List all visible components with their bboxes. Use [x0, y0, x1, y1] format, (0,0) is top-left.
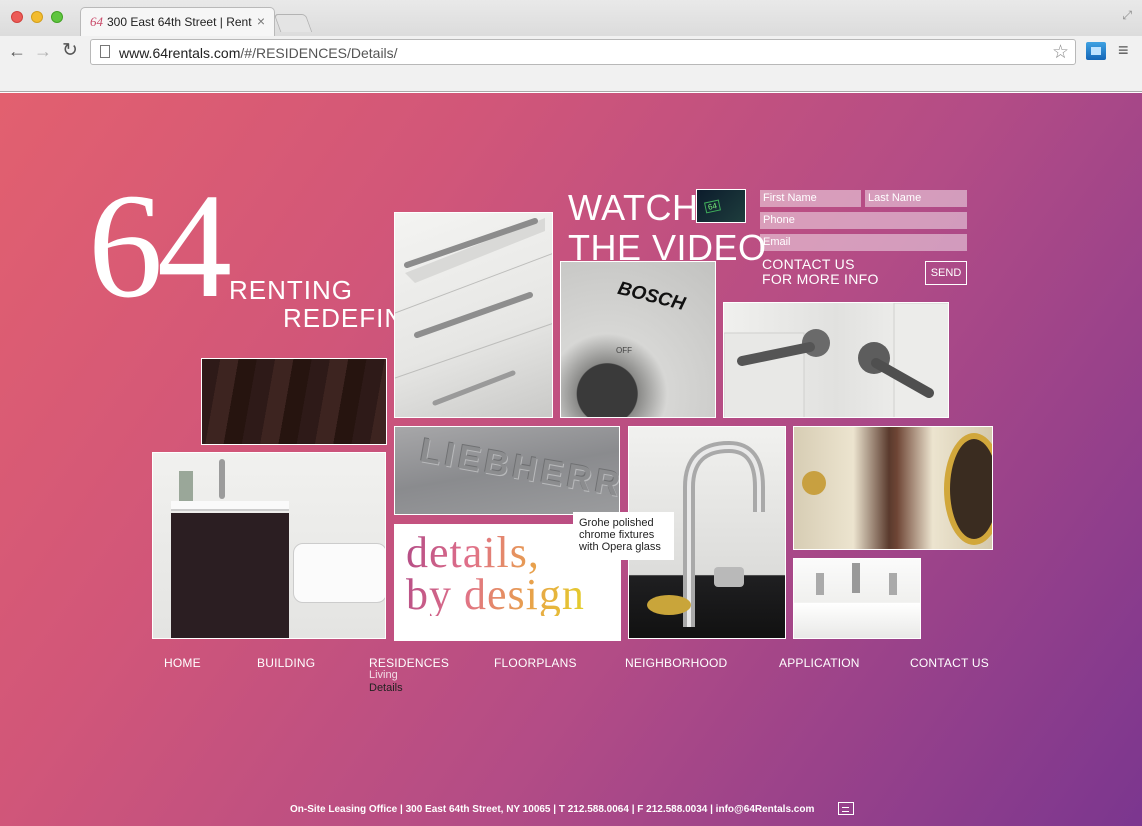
url-text[interactable]: www.64rentals.com/#/RESIDENCES/Details/ — [119, 45, 398, 61]
bathtub — [293, 543, 385, 603]
tab-title: 300 East 64th Street | Rent — [107, 15, 252, 29]
tub-fixtures-photo[interactable] — [793, 558, 921, 639]
extension-icon[interactable] — [1086, 42, 1106, 60]
nav-application[interactable]: APPLICATION — [779, 656, 860, 670]
last-name-field[interactable] — [865, 190, 967, 207]
details-headline: details, by design — [406, 532, 585, 616]
nav-floorplans[interactable]: FLOORPLANS — [494, 656, 577, 670]
contact-cta: CONTACT US FOR MORE INFO — [762, 257, 879, 287]
liebherr-panel-photo[interactable]: LIEBHERR — [394, 426, 620, 515]
subnav-details[interactable]: Details — [369, 682, 403, 694]
vanity-cabinet — [171, 513, 289, 638]
nav-residences[interactable]: RESIDENCES — [369, 656, 449, 670]
vanity-faucet — [219, 459, 225, 499]
bathroom-vanity-photo[interactable] — [152, 452, 386, 639]
tab-favicon-icon: 64 — [90, 14, 103, 29]
browser-toolbar: ← → ↻ www.64rentals.com/#/RESIDENCES/Det… — [0, 36, 1142, 92]
page-background: 64 RENTING REDEFINED WATCH THE VIDEO 64 … — [0, 93, 1142, 826]
forward-arrow-icon[interactable]: → — [34, 40, 52, 62]
menu-icon[interactable]: ≡ — [1118, 40, 1129, 61]
logo-tagline-line1: RENTING — [229, 275, 353, 305]
back-arrow-icon[interactable]: ← — [8, 40, 26, 62]
unit-number-plaque — [802, 471, 826, 495]
details-line2: by design — [406, 570, 585, 619]
browser-tab[interactable]: 64 300 East 64th Street | Rent × — [80, 7, 275, 36]
send-button[interactable]: SEND — [925, 261, 967, 285]
bosch-brand-mark: BOSCH — [615, 278, 688, 316]
nav-building[interactable]: BUILDING — [257, 656, 315, 670]
off-label: OFF — [616, 346, 632, 355]
fullscreen-icon[interactable]: ⤢ — [1122, 8, 1132, 23]
bosch-appliance-photo[interactable]: BOSCH OFF — [560, 261, 716, 418]
page-icon — [100, 45, 110, 58]
browser-tab-strip: 64 300 East 64th Street | Rent × ⤢ — [0, 0, 1142, 36]
video-thumb-label: 64 — [704, 199, 721, 214]
tub-spout — [852, 563, 860, 593]
email-field[interactable] — [760, 234, 967, 251]
subnav-living[interactable]: Living — [369, 669, 398, 681]
reload-icon[interactable]: ↻ — [62, 40, 78, 62]
close-window-icon[interactable] — [11, 11, 23, 23]
contact-cta-line2: FOR MORE INFO — [762, 271, 879, 287]
door-levers-graphic — [724, 303, 948, 417]
soap-bottle — [179, 471, 193, 501]
liebherr-brand-mark: LIEBHERR — [417, 431, 620, 505]
tub-handle-left — [816, 573, 824, 595]
vanity-top — [171, 501, 289, 511]
nav-home[interactable]: HOME — [164, 656, 201, 670]
minimize-window-icon[interactable] — [31, 11, 43, 23]
contact-cta-line1: CONTACT US — [762, 256, 855, 272]
footer-contact-info: On-Site Leasing Office | 300 East 64th S… — [290, 804, 815, 815]
first-name-field[interactable] — [760, 190, 861, 207]
nav-neighborhood[interactable]: NEIGHBORHOOD — [625, 656, 727, 670]
new-tab-button[interactable] — [273, 14, 313, 32]
tab-close-icon[interactable]: × — [257, 13, 265, 29]
video-thumbnail[interactable]: 64 — [696, 189, 746, 223]
phone-field[interactable] — [760, 212, 967, 229]
tub-handle-right — [889, 573, 897, 595]
door-levers-photo[interactable] — [723, 302, 949, 418]
round-mirror — [944, 433, 992, 545]
hallway-photo[interactable] — [793, 426, 993, 550]
details-line1: details, — [406, 528, 540, 577]
bookmark-star-icon[interactable]: ☆ — [1052, 41, 1069, 64]
drawer-handles-graphic — [395, 218, 552, 406]
zoom-window-icon[interactable] — [51, 11, 63, 23]
logo-number[interactable]: 64 — [88, 171, 232, 321]
nav-contact-us[interactable]: CONTACT US — [910, 656, 989, 670]
address-bar[interactable]: www.64rentals.com/#/RESIDENCES/Details/ … — [90, 39, 1076, 65]
drawer-pulls-photo[interactable] — [394, 212, 553, 418]
wood-floor-photo[interactable] — [201, 358, 387, 445]
equal-housing-icon — [838, 802, 854, 815]
fixture-caption: Grohe polished chrome fixtures with Oper… — [565, 512, 674, 560]
